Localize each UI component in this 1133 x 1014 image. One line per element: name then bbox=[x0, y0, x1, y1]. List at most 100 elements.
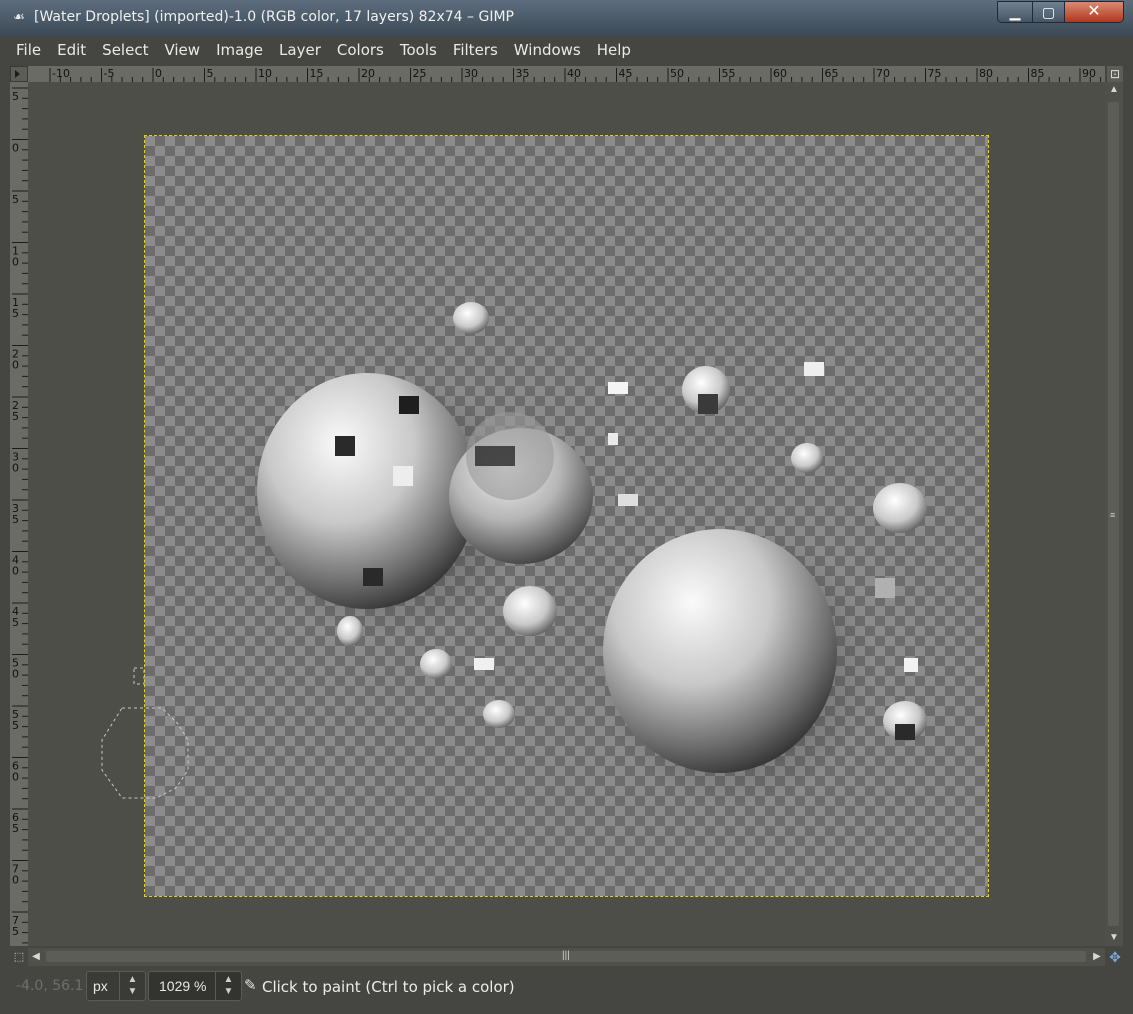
pencil-icon: ✎ bbox=[244, 977, 257, 994]
ruler-label: 35 bbox=[516, 67, 530, 80]
grip-icon: ≡ bbox=[1110, 510, 1116, 520]
ruler-label: 50 bbox=[670, 67, 684, 80]
ruler-label: 10 bbox=[258, 67, 272, 80]
navigate-icon[interactable]: ✥ bbox=[1107, 948, 1123, 966]
ruler-label: 75 bbox=[928, 67, 942, 80]
ruler-label: -10 bbox=[52, 67, 70, 80]
quick-mask-icon[interactable]: ⬚ bbox=[10, 948, 28, 966]
ruler-label: 0 bbox=[12, 874, 19, 887]
ruler-label: 5 bbox=[12, 719, 19, 732]
ruler-label: 5 bbox=[12, 616, 19, 629]
gimp-window: ☙ [Water Droplets] (imported)-1.0 (RGB c… bbox=[0, 0, 1133, 1014]
ruler-label: 5 bbox=[12, 822, 19, 835]
ruler-label: 5 bbox=[12, 513, 19, 526]
droplet-speck bbox=[895, 724, 915, 740]
ruler-label: 80 bbox=[979, 67, 993, 80]
scroll-up-icon[interactable]: ▲ bbox=[1105, 82, 1123, 98]
maximize-button[interactable]: ▢ bbox=[1032, 1, 1065, 23]
window-title: [Water Droplets] (imported)-1.0 (RGB col… bbox=[34, 9, 514, 25]
window-frame-left bbox=[0, 36, 10, 1014]
droplet-tiny bbox=[804, 362, 824, 376]
window-frame-right bbox=[1123, 36, 1133, 1014]
canvas-area[interactable] bbox=[28, 82, 1105, 946]
droplet-small bbox=[483, 700, 515, 728]
droplet-small bbox=[503, 586, 557, 636]
droplet-small bbox=[453, 302, 489, 334]
chevron-updown-icon[interactable]: ▲ ▼ bbox=[215, 972, 241, 1000]
menu-windows[interactable]: Windows bbox=[508, 36, 587, 64]
menu-edit[interactable]: Edit bbox=[51, 36, 92, 64]
zoom-value: 1029 % bbox=[159, 978, 207, 994]
menu-bar: File Edit Select View Image Layer Colors… bbox=[0, 36, 1133, 64]
droplet-large-right bbox=[603, 529, 837, 773]
menu-filters[interactable]: Filters bbox=[447, 36, 504, 64]
close-button[interactable]: ✕ bbox=[1064, 1, 1124, 23]
ruler-label: 0 bbox=[12, 668, 19, 681]
droplet-small bbox=[337, 616, 363, 646]
menu-image[interactable]: Image bbox=[210, 36, 269, 64]
ruler-label: 40 bbox=[567, 67, 581, 80]
ruler-label: 45 bbox=[619, 67, 633, 80]
droplet-small bbox=[420, 649, 452, 679]
zoom-image-icon[interactable]: ⊡ bbox=[1107, 66, 1123, 82]
ruler-label: 0 bbox=[12, 359, 19, 372]
menu-view[interactable]: View bbox=[158, 36, 206, 64]
minimize-button[interactable]: ▁ bbox=[997, 1, 1033, 23]
ruler-label: 20 bbox=[361, 67, 375, 80]
image-menu-button[interactable] bbox=[10, 66, 28, 82]
ruler-label: 70 bbox=[876, 67, 890, 80]
scroll-right-icon[interactable]: ▶ bbox=[1089, 948, 1105, 966]
ruler-label: 25 bbox=[413, 67, 427, 80]
droplet-tiny bbox=[875, 578, 895, 598]
horizontal-ruler[interactable]: -10 -5 0 5 10 15 20 25 30 35 40 45 50 55 60 65 70 75 80 85 9… bbox=[28, 66, 1105, 82]
ruler-label: 0 bbox=[155, 67, 162, 80]
chevron-updown-icon[interactable]: ▲ ▼ bbox=[119, 972, 145, 1000]
scroll-left-icon[interactable]: ◀ bbox=[28, 948, 44, 966]
droplet-tiny bbox=[608, 382, 628, 394]
water-droplets-image bbox=[235, 302, 927, 806]
image-canvas[interactable] bbox=[144, 135, 989, 897]
ruler-label: 0 bbox=[12, 565, 19, 578]
horizontal-ruler-graphic: -10 -5 0 5 10 15 20 25 30 35 40 45 50 55 60 65 70 75 80 85 9… bbox=[49, 67, 1102, 82]
menu-colors[interactable]: Colors bbox=[331, 36, 390, 64]
menu-help[interactable]: Help bbox=[591, 36, 637, 64]
menu-file[interactable]: File bbox=[10, 36, 47, 64]
scroll-down-icon[interactable]: ▼ bbox=[1105, 930, 1123, 946]
ruler-label: 5 bbox=[12, 307, 19, 320]
ruler-label: 5 bbox=[207, 67, 214, 80]
ruler-label: 65 bbox=[825, 67, 839, 80]
vertical-ruler[interactable]: 5051015202530354045505560657075 bbox=[10, 82, 28, 946]
ruler-label: 30 bbox=[464, 67, 478, 80]
unit-selector[interactable]: px ▲ ▼ bbox=[86, 971, 146, 1001]
pointer-coordinates: -4.0, 56.1 bbox=[16, 978, 84, 994]
ruler-label: 85 bbox=[1031, 67, 1045, 80]
droplet-small bbox=[873, 483, 927, 533]
droplet-speck bbox=[335, 436, 355, 456]
ruler-label: 15 bbox=[310, 67, 324, 80]
droplet-speck bbox=[363, 568, 383, 586]
droplet-tiny bbox=[608, 433, 618, 445]
ruler-label: 55 bbox=[722, 67, 736, 80]
droplet-speck bbox=[393, 466, 413, 486]
menu-select[interactable]: Select bbox=[96, 36, 154, 64]
droplet-tiny bbox=[904, 658, 918, 672]
vertical-scrollbar[interactable]: ▲ ≡ ▼ bbox=[1105, 82, 1123, 946]
menu-tools[interactable]: Tools bbox=[394, 36, 443, 64]
ruler-label: 0 bbox=[12, 142, 19, 155]
horizontal-scrollbar[interactable]: ◀ ||| ▶ bbox=[28, 948, 1105, 966]
droplet-tiny bbox=[618, 494, 638, 506]
droplet-tiny bbox=[474, 658, 494, 670]
selection-marching-ants bbox=[101, 667, 189, 799]
droplet-small bbox=[791, 443, 823, 473]
status-message: Click to paint (Ctrl to pick a color) bbox=[262, 978, 515, 996]
zoom-selector[interactable]: 1029 % ▲ ▼ bbox=[148, 971, 242, 1001]
menu-layer[interactable]: Layer bbox=[273, 36, 327, 64]
ruler-label: -5 bbox=[104, 67, 115, 80]
status-bar: -4.0, 56.1 px ▲ ▼ 1029 % ▲ ▼ ✎ Click to pa… bbox=[0, 966, 1133, 1006]
ruler-label: 5 bbox=[12, 410, 19, 423]
gimp-app-icon[interactable]: ☙ bbox=[10, 9, 28, 25]
unit-value: px bbox=[93, 978, 108, 994]
ruler-label: 60 bbox=[773, 67, 787, 80]
ruler-label: 0 bbox=[12, 462, 19, 475]
title-bar[interactable]: ☙ [Water Droplets] (imported)-1.0 (RGB c… bbox=[0, 0, 1133, 36]
